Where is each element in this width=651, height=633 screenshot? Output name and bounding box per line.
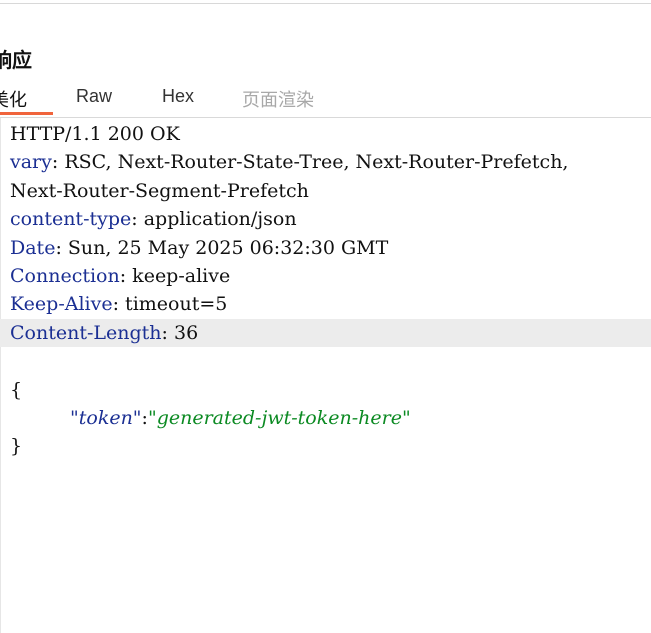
json-token-line: "token":"generated-jwt-token-here": [0, 404, 651, 432]
header-value: 36: [167, 321, 199, 344]
header-line: Date: Sun, 25 May 2025 06:32:30 GMT: [10, 236, 389, 259]
header-value: keep-alive: [126, 264, 231, 287]
json-open-brace: {: [0, 376, 651, 404]
tab-pretty[interactable]: 美化: [0, 86, 27, 112]
header-value: Next-Router-Segment-Prefetch: [10, 179, 309, 202]
header-name: Date: [10, 236, 56, 259]
tab-render[interactable]: 页面渲染: [242, 86, 314, 112]
json-close-brace: }: [0, 432, 651, 460]
header-line-highlighted: Content-Length: 36: [0, 318, 651, 348]
status-line: HTTP/1.1 200 OK: [0, 120, 651, 148]
header-value: application/json: [137, 208, 297, 231]
header-value: Sun, 25 May 2025 06:32:30 GMT: [61, 236, 389, 259]
header-continuation: Next-Router-Segment-Prefetch: [0, 177, 651, 205]
view-tabs: 美化 Raw Hex 页面渲染: [0, 86, 651, 118]
status-line-text: HTTP/1.1 200 OK: [10, 123, 180, 145]
active-tab-underline: [0, 112, 53, 115]
json-value: "generated-jwt-token-here": [147, 406, 411, 429]
close-brace: }: [10, 435, 23, 458]
tab-raw[interactable]: Raw: [76, 86, 112, 107]
header-line: Connection: keep-alive: [10, 264, 231, 287]
header-name: Content-Length: [10, 321, 162, 344]
json-key: "token": [70, 406, 142, 429]
header-name: Keep-Alive: [10, 293, 113, 316]
header-line: vary: RSC, Next-Router-State-Tree, Next-…: [10, 151, 569, 174]
response-editor[interactable]: HTTP/1.1 200 OK vary: RSC, Next-Router-S…: [0, 120, 651, 461]
tab-hex[interactable]: Hex: [162, 86, 194, 107]
header-value: RSC, Next-Router-State-Tree, Next-Router…: [58, 151, 569, 174]
header-name: vary: [10, 151, 52, 174]
panel-title: 响应: [0, 50, 32, 72]
header-name: Connection: [10, 264, 120, 287]
top-border: [0, 0, 651, 4]
header-name: content-type: [10, 208, 132, 231]
header-value: timeout=5: [119, 293, 228, 316]
header-line: Keep-Alive: timeout=5: [10, 293, 228, 316]
header-line: content-type: application/json: [10, 208, 297, 231]
open-brace: {: [10, 378, 23, 401]
